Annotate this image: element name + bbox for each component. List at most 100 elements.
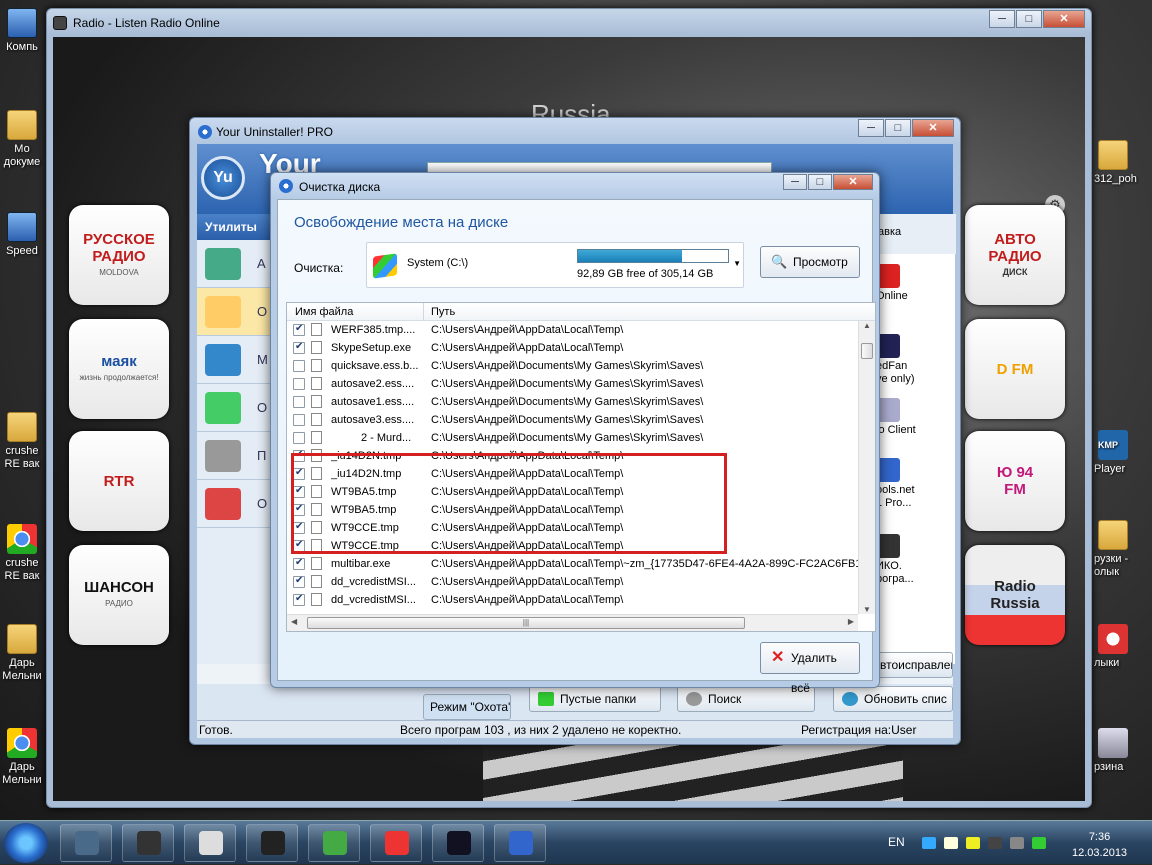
desktop-icon[interactable]: рузки - олык	[1094, 520, 1152, 579]
row-checkbox[interactable]	[293, 378, 305, 390]
sidebar-item[interactable]: А	[197, 240, 278, 288]
file-row[interactable]: dd_vcredistMSI... C:\Users\Андрей\AppData…	[287, 573, 875, 591]
station-tile[interactable]: АВТО РАДИО ДИСК	[965, 205, 1065, 305]
program-item[interactable]: edFan ve only)	[876, 334, 956, 386]
file-row[interactable]: WERF385.tmp.... C:\Users\Андрей\AppData\L…	[287, 321, 875, 339]
desktop-icon[interactable]: crushe RE вак	[0, 524, 52, 583]
taskbar-app-aion[interactable]	[432, 824, 484, 862]
sidebar-item[interactable]: П	[197, 432, 278, 480]
scroll-up-icon[interactable]: ▲	[859, 321, 875, 330]
desktop-icon[interactable]: Дарь Мельни	[0, 728, 52, 787]
close-button[interactable]: ✕	[912, 119, 954, 137]
maximize-button[interactable]: □	[808, 174, 832, 190]
sidebar-item[interactable]: О	[197, 288, 278, 336]
station-tile[interactable]: ШАНСОН РАДИО	[69, 545, 169, 645]
empty-folders-button[interactable]: Пустые папки	[529, 686, 661, 712]
desktop-icon[interactable]: рзина	[1094, 728, 1152, 774]
row-checkbox[interactable]	[293, 323, 305, 336]
file-row[interactable]: dd_vcredistMSI... C:\Users\Андрей\AppData…	[287, 591, 875, 609]
vertical-scrollbar[interactable]: ▲ ▼	[858, 321, 875, 614]
station-tile[interactable]: RTR	[69, 431, 169, 531]
maximize-button[interactable]: □	[1016, 10, 1042, 28]
sidebar-item[interactable]: О	[197, 384, 278, 432]
sidebar-header[interactable]: Утилиты	[197, 214, 278, 240]
desktop-icon[interactable]: KMP Player	[1094, 430, 1152, 476]
taskbar-app-utorrent[interactable]	[308, 824, 360, 862]
start-button[interactable]	[4, 823, 48, 863]
file-row[interactable]: autosave2.ess.... C:\Users\Андрей\Documen…	[287, 375, 875, 393]
maximize-button[interactable]: □	[885, 119, 911, 137]
taskbar-app-your-uninstaller[interactable]	[494, 824, 546, 862]
station-tile[interactable]: D FM	[965, 319, 1065, 419]
row-checkbox[interactable]	[293, 396, 305, 408]
taskbar-app-skyrim[interactable]	[184, 824, 236, 862]
sidebar-item[interactable]: О	[197, 480, 278, 528]
row-checkbox[interactable]	[293, 341, 305, 354]
tray-app-icon[interactable]	[1032, 837, 1046, 849]
scroll-left-icon[interactable]: ◀	[291, 617, 297, 626]
file-row[interactable]: quicksave.ess.b... C:\Users\Андрей\Docume…	[287, 357, 875, 375]
taskbar-app-winamp[interactable]	[60, 824, 112, 862]
column-path[interactable]: Путь	[431, 306, 455, 318]
delete-all-button[interactable]: ✕ Удалить всё	[760, 642, 860, 695]
row-checkbox[interactable]	[293, 575, 305, 588]
clock[interactable]: 7:36 12.03.2013	[1072, 829, 1127, 861]
desktop-icon[interactable]: 312_poh	[1094, 140, 1152, 186]
taskbar-app-game[interactable]	[246, 824, 298, 862]
minimize-button[interactable]: ─	[783, 174, 807, 190]
station-tile[interactable]: РУССКОЕ РАДИО MOLDOVA	[69, 205, 169, 305]
horizontal-scrollbar[interactable]: ◀ ||| ▶	[287, 614, 858, 631]
minimize-button[interactable]: ─	[858, 119, 884, 137]
taskbar-app-steam[interactable]	[122, 824, 174, 862]
chevron-down-icon[interactable]: ▼	[733, 259, 741, 268]
desktop-icon[interactable]: лыки	[1094, 624, 1152, 670]
refresh-button[interactable]: Обновить спис	[833, 686, 953, 712]
flag-icon[interactable]	[944, 837, 958, 849]
plus-icon[interactable]	[966, 837, 980, 849]
desktop-icon[interactable]: Speed	[0, 212, 52, 258]
taskbar-app-chrome[interactable]	[370, 824, 422, 862]
desktop-icon[interactable]: Дарь Мельни	[0, 624, 52, 683]
program-item[interactable]: lo Client	[876, 398, 956, 437]
station-tile[interactable]: Radio Russia	[965, 545, 1065, 645]
desktop-icon[interactable]: Мо докуме	[0, 110, 52, 169]
scroll-thumb[interactable]: |||	[307, 617, 745, 629]
browse-button[interactable]: 🔍 Просмотр	[760, 246, 860, 278]
program-item[interactable]: ools.net 1 Pro...	[876, 458, 956, 510]
scroll-right-icon[interactable]: ▶	[848, 617, 854, 626]
scroll-thumb[interactable]	[861, 343, 873, 359]
column-divider[interactable]	[423, 303, 424, 321]
file-row[interactable]: multibar.exe C:\Users\Андрей\AppData\Loca…	[287, 555, 875, 573]
row-checkbox[interactable]	[293, 593, 305, 606]
program-item[interactable]: Online	[876, 264, 956, 303]
autofix-button[interactable]: втоисправлен	[873, 652, 953, 678]
row-checkbox[interactable]	[293, 432, 305, 444]
cleanup-titlebar[interactable]: Очистка диска ─ □ ✕	[271, 173, 879, 199]
drive-select[interactable]: System (C:\) 92,89 GB free of 305,14 GB …	[366, 242, 744, 288]
uninstaller-titlebar[interactable]: Your Uninstaller! PRO ─ □ ✕	[190, 118, 960, 144]
desktop-icon[interactable]: Компь	[0, 8, 52, 54]
sidebar-item[interactable]: М	[197, 336, 278, 384]
scroll-down-icon[interactable]: ▼	[859, 605, 875, 614]
monitor-icon[interactable]	[988, 837, 1002, 849]
station-tile[interactable]: маяк жизнь продолжается!	[69, 319, 169, 419]
desktop-icon[interactable]: crushe RE вак	[0, 412, 52, 471]
row-checkbox[interactable]	[293, 360, 305, 372]
program-item[interactable]: ИКО. рогра...	[876, 534, 956, 586]
minimize-button[interactable]: ─	[989, 10, 1015, 28]
row-checkbox[interactable]	[293, 557, 305, 570]
network-icon[interactable]	[922, 837, 936, 849]
radio-titlebar[interactable]: Radio - Listen Radio Online ─ □ ✕	[47, 9, 1091, 37]
file-row[interactable]: SkypeSetup.exe C:\Users\Андрей\AppData\Lo…	[287, 339, 875, 357]
file-row[interactable]: autosave3.ess.... C:\Users\Андрей\Documen…	[287, 411, 875, 429]
language-indicator[interactable]: EN	[888, 835, 905, 849]
volume-icon[interactable]	[1010, 837, 1024, 849]
file-row[interactable]: 2 - Murd... C:\Users\Андрей\Documents\My …	[287, 429, 875, 447]
hunt-mode-button[interactable]: Режим "Охота"	[423, 694, 511, 720]
column-name[interactable]: Имя файла	[295, 306, 353, 318]
file-row[interactable]: autosave1.ess.... C:\Users\Андрей\Documen…	[287, 393, 875, 411]
station-tile[interactable]: Ю 94 FM	[965, 431, 1065, 531]
close-button[interactable]: ✕	[833, 174, 873, 190]
close-button[interactable]: ✕	[1043, 10, 1085, 28]
row-checkbox[interactable]	[293, 414, 305, 426]
